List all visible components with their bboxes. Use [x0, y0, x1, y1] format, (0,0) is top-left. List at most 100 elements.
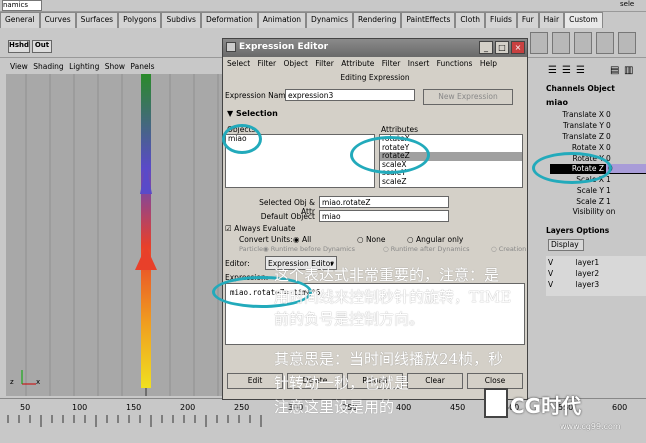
layer-visibility[interactable]: V — [548, 269, 553, 278]
annotation-text-line2: 用时间线来控制秒针的旋转，TIME — [274, 288, 512, 306]
panel-icon[interactable]: ▤ — [610, 65, 619, 76]
default-object-field[interactable]: miao — [319, 210, 449, 222]
channel-value[interactable]: 1 — [606, 197, 611, 206]
shelf-tool-icon[interactable] — [574, 32, 592, 54]
convert-units-none-radio[interactable]: ○ None — [357, 235, 386, 244]
tab-animation[interactable]: Animation — [257, 12, 307, 28]
timeline-tick-label: 150 — [126, 403, 142, 412]
viewport-menu-shading[interactable]: Shading — [33, 62, 63, 71]
editing-expression-label: Editing Expression — [340, 73, 410, 82]
channel-row[interactable]: Visibility on — [550, 207, 646, 217]
clock-hand-object[interactable] — [141, 74, 151, 388]
panel-icon[interactable]: ▥ — [624, 65, 633, 76]
shelf-tool-icon[interactable] — [596, 32, 614, 54]
particle-runtime-after-radio[interactable]: ○ Runtime after Dynamics — [383, 245, 469, 253]
layer-row[interactable]: V layer2 — [548, 269, 599, 278]
list-icon[interactable]: ☰ — [562, 65, 571, 76]
timeline-tick-label: 100 — [72, 403, 88, 412]
selected-obj-attr-field[interactable]: miao.rotateZ — [319, 196, 449, 208]
convert-units-angular-radio[interactable]: ○ Angular only — [407, 235, 463, 244]
channel-row[interactable]: Translate Y0 — [550, 121, 646, 131]
tab-surfaces[interactable]: Surfaces — [75, 12, 119, 28]
close-button[interactable]: Close — [467, 373, 523, 389]
layer-row[interactable]: V layer3 — [548, 280, 599, 289]
watermark-logo: CG时代 — [510, 394, 582, 418]
always-evaluate-checkbox[interactable]: ☑ Always Evaluate — [225, 224, 296, 233]
expression-editor-menu: Select Filter Object Filter Attribute Fi… — [227, 59, 525, 70]
clear-button[interactable]: Clear — [407, 373, 463, 389]
hshd-button[interactable]: Hshd — [8, 40, 30, 53]
new-expression-button[interactable]: New Expression — [423, 89, 513, 105]
channel-value[interactable]: 0 — [606, 143, 611, 152]
layer-editor-header[interactable]: Layers Options — [546, 226, 609, 235]
viewport-menu-lighting[interactable]: Lighting — [69, 62, 99, 71]
close-icon[interactable]: × — [511, 41, 525, 54]
viewport-menu-show[interactable]: Show — [105, 62, 125, 71]
tab-custom[interactable]: Custom — [564, 12, 603, 28]
menu-set-dropdown[interactable]: namics — [2, 0, 42, 11]
tab-cloth[interactable]: Cloth — [455, 12, 486, 28]
tab-general[interactable]: General — [0, 12, 40, 28]
menu-object-filter[interactable]: Object Filter — [284, 59, 334, 68]
layer-visibility[interactable]: V — [548, 258, 553, 267]
tab-painteffects[interactable]: PaintEffects — [401, 12, 456, 28]
channel-row[interactable]: Translate Z0 — [550, 132, 646, 142]
tab-channels[interactable]: Channels — [546, 84, 585, 93]
layer-row[interactable]: V layer1 — [548, 258, 599, 267]
layer-visibility[interactable]: V — [548, 280, 553, 289]
channel-value[interactable]: on — [606, 207, 615, 216]
layer-display-dropdown[interactable]: Display — [548, 239, 584, 251]
viewport-menu-panels[interactable]: Panels — [130, 62, 154, 71]
list-icon[interactable]: ☰ — [576, 65, 585, 76]
channel-box-object-name[interactable]: miao — [546, 98, 568, 107]
maximize-button[interactable]: □ — [495, 41, 509, 54]
channel-row[interactable]: Scale Z1 — [550, 197, 646, 207]
expression-name-input[interactable]: expression3 — [285, 89, 415, 101]
list-icon[interactable]: ☰ — [548, 65, 557, 76]
timeline-tick-label: 250 — [234, 403, 250, 412]
menu-attribute-filter[interactable]: Attribute Filter — [341, 59, 400, 68]
minimize-button[interactable]: _ — [479, 41, 493, 54]
tab-fur[interactable]: Fur — [516, 12, 539, 28]
tab-rendering[interactable]: Rendering — [353, 12, 402, 28]
tab-dynamics[interactable]: Dynamics — [306, 12, 354, 28]
tab-fluids[interactable]: Fluids — [485, 12, 517, 28]
radio-icon: ○ — [407, 235, 416, 244]
menu-select-filter[interactable]: Select Filter — [227, 59, 276, 68]
menu-help[interactable]: Help — [480, 59, 497, 68]
timeline-tick-label: 200 — [180, 403, 196, 412]
channel-value[interactable]: 1 — [606, 186, 611, 195]
viewport-menu-view[interactable]: View — [10, 62, 28, 71]
menu-insert-functions[interactable]: Insert Functions — [408, 59, 473, 68]
list-item[interactable]: scaleZ — [380, 177, 522, 187]
channel-label: Translate Z — [562, 132, 604, 141]
particle-runtime-before-radio[interactable]: ◉ Runtime before Dynamics — [263, 245, 355, 253]
viewport-grid — [21, 74, 219, 396]
out-button[interactable]: Out — [32, 40, 52, 53]
channel-label: Scale Y — [576, 186, 604, 195]
radio-label: Angular only — [415, 235, 464, 244]
viewport-panel[interactable]: x z — [6, 74, 224, 396]
channel-row[interactable]: Scale Y1 — [550, 186, 646, 196]
shelf-tool-icon[interactable] — [618, 32, 636, 54]
tab-object[interactable]: Object — [587, 84, 614, 93]
channel-value[interactable]: 0 — [606, 132, 611, 141]
convert-units-all-radio[interactable]: ◉ All — [293, 235, 311, 244]
annotation-text-line5: 针转动一秒，也就是 — [274, 374, 410, 392]
channel-value[interactable]: 0 — [606, 121, 611, 130]
channel-value[interactable]: 1 — [606, 175, 611, 184]
tab-polygons[interactable]: Polygons — [118, 12, 162, 28]
shelf-tool-icon[interactable] — [552, 32, 570, 54]
channel-row[interactable]: Translate X0 — [550, 110, 646, 120]
particle-creation-radio[interactable]: ○ Creation — [491, 245, 526, 253]
checkbox-checked-icon: ☑ — [225, 224, 235, 233]
tab-subdivs[interactable]: Subdivs — [161, 12, 201, 28]
channel-value[interactable]: 0 — [606, 110, 611, 119]
shelf-tool-icon[interactable] — [530, 32, 548, 54]
selection-header[interactable]: ▼ Selection — [227, 109, 278, 118]
channel-value[interactable]: 0 — [606, 164, 646, 173]
tab-deformation[interactable]: Deformation — [200, 12, 258, 28]
tab-curves[interactable]: Curves — [39, 12, 76, 28]
tab-hair[interactable]: Hair — [538, 12, 565, 28]
selection-field[interactable]: sele — [620, 0, 634, 8]
